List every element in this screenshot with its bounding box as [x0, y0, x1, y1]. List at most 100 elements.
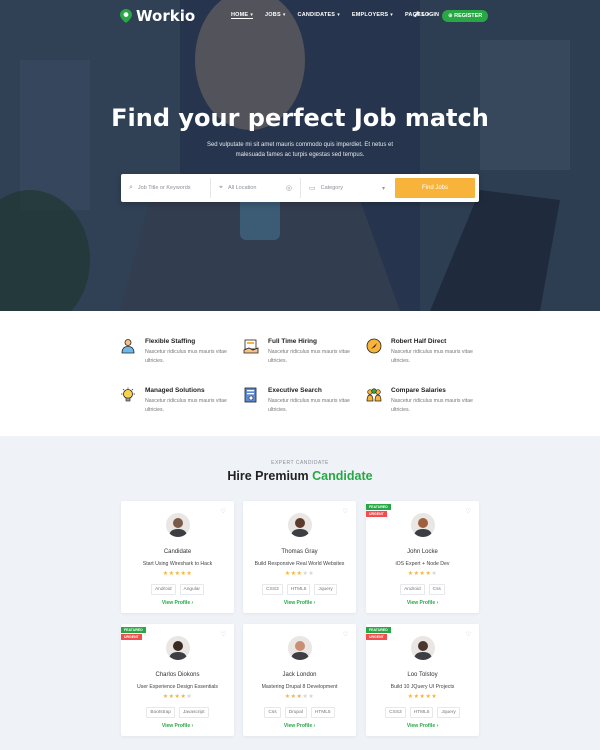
hero-section: Workio HOME ▾ JOBS ▾ CANDIDATES ▾ EMPLOYERS… — [0, 0, 600, 311]
avatar — [288, 636, 312, 660]
candidate-role: User Experience Design Essentials — [136, 684, 219, 690]
brand-name: Workio — [136, 7, 196, 25]
nav-item-candidates[interactable]: CANDIDATES ▾ — [298, 12, 340, 19]
featured-badge: FEATURED — [121, 627, 146, 633]
skill-tag[interactable]: Drupal — [284, 707, 307, 718]
rating-stars: ★★★★★ — [121, 693, 234, 700]
candidate-card[interactable]: ♡ Candidate Start Using Wireshark to Hack ★… — [121, 501, 234, 613]
skill-tag[interactable]: Css — [428, 584, 445, 595]
skill-tag[interactable]: Javascript — [178, 707, 209, 718]
heart-icon[interactable]: ♡ — [221, 508, 226, 515]
feature-title: Robert Half Direct — [391, 338, 447, 345]
hero-subtitle: Sed vulputate mi sit amet mauris commodo… — [206, 142, 394, 158]
candidate-role: iOS Expert + Node Dev — [395, 561, 450, 567]
view-profile-link[interactable]: View Profile › — [366, 600, 479, 606]
candidate-card[interactable]: FEATURED URGENT ♡ John Locke iOS Expert + No… — [366, 501, 479, 613]
view-profile-link[interactable]: View Profile › — [366, 723, 479, 729]
avatar — [166, 636, 190, 660]
view-profile-link[interactable]: View Profile › — [121, 600, 234, 606]
keyword-placeholder: Job Title or Keywords — [137, 185, 191, 191]
skill-tags: CSS3 HTML5 Jquery — [243, 584, 356, 595]
register-button[interactable]: ⊕ REGISTER — [442, 10, 489, 22]
avatar — [411, 513, 435, 537]
location-select[interactable]: ⌖ All Location ◎ — [211, 178, 301, 198]
document-search-icon — [244, 387, 257, 403]
rating-stars: ★★★★★ — [366, 570, 479, 577]
features-section: Flexible Staffing Nascetur ridiculus mus… — [0, 311, 600, 436]
chevron-down-icon: ▾ — [390, 12, 393, 18]
main-nav: HOME ▾ JOBS ▾ CANDIDATES ▾ EMPLOYERS ▾ PAGES… — [231, 12, 442, 19]
featured-badge: FEATURED — [366, 504, 391, 510]
section-title: Hire Premium Candidate — [0, 469, 600, 483]
chevron-down-icon: ▾ — [250, 12, 254, 18]
skill-tags: Css Drupal HTML5 — [243, 707, 356, 718]
candidate-name: Charlos Diokons — [155, 672, 200, 678]
skill-tag[interactable]: HTML5 — [286, 584, 311, 595]
locate-icon[interactable]: ◎ — [286, 184, 292, 192]
candidate-name: John Locke — [407, 549, 438, 555]
login-link[interactable]: 🗝 LOGIN — [413, 12, 439, 18]
candidate-role: Mastering Drupal 8 Development — [261, 684, 338, 690]
star-icon: ★ — [186, 694, 193, 700]
skill-tag[interactable]: HTML5 — [310, 707, 335, 718]
featured-badge: FEATURED — [366, 627, 391, 633]
candidates-section: EXPERT CANDIDATE Hire Premium Candidate … — [0, 436, 600, 750]
chevron-down-icon: ▾ — [282, 12, 286, 18]
view-profile-link[interactable]: View Profile › — [121, 723, 234, 729]
candidate-role: Build 10 JQuery UI Projects — [390, 684, 455, 690]
skill-tag[interactable]: Jquery — [314, 584, 337, 595]
candidate-card[interactable]: ♡ Thomas Gray Build Responsive Real World … — [243, 501, 356, 613]
chevron-down-icon: ▾ — [381, 185, 385, 192]
hero-title: Find your perfect Job match — [111, 104, 489, 132]
view-profile-link[interactable]: View Profile › — [243, 723, 356, 729]
nav-label: CANDIDATES — [297, 12, 336, 18]
candidate-role: Build Responsive Real World Websites — [254, 561, 345, 567]
skill-tag[interactable]: Css — [264, 707, 281, 718]
skill-tags: Android Angular — [121, 584, 234, 595]
skill-tags: Android Css — [366, 584, 479, 595]
find-jobs-button[interactable]: Find Jobs — [395, 178, 475, 198]
skill-tag[interactable]: CSS3 — [385, 707, 406, 718]
candidate-card[interactable]: ♡ Jack London Mastering Drupal 8 Developme… — [243, 624, 356, 736]
logo[interactable]: Workio — [120, 7, 195, 25]
candidate-card[interactable]: FEATURED URGENT ♡ Loo Tolstoy Build 10 JQuer… — [366, 624, 479, 736]
nav-item-home[interactable]: HOME ▾ — [231, 12, 254, 19]
location-placeholder: All Location — [227, 185, 257, 191]
keyword-input[interactable]: ⌕ Job Title or Keywords — [121, 178, 211, 198]
skill-tags: Bootstrap Javascript — [121, 707, 234, 718]
section-title-prefix: Hire Premium — [227, 469, 309, 483]
heart-icon[interactable]: ♡ — [343, 508, 348, 515]
rating-stars: ★★★★★ — [243, 693, 356, 700]
nav-item-jobs[interactable]: JOBS ▾ — [265, 12, 286, 19]
view-profile-link[interactable]: View Profile › — [243, 600, 356, 606]
skill-tag[interactable]: CSS3 — [262, 584, 283, 595]
star-icon: ★ — [308, 571, 315, 577]
compass-icon — [366, 338, 382, 354]
search-icon: ⌕ — [129, 184, 133, 191]
skill-tag[interactable]: Bootstrap — [146, 707, 175, 718]
skill-tag[interactable]: Jquery — [437, 707, 460, 718]
briefcase-icon: ▭ — [309, 185, 316, 192]
urgent-badge: URGENT — [121, 634, 142, 640]
skill-tag[interactable]: HTML5 — [409, 707, 434, 718]
nav-label: HOME — [231, 12, 249, 18]
skill-tag[interactable]: Android — [150, 584, 176, 595]
heart-icon[interactable]: ♡ — [466, 631, 471, 638]
heart-icon[interactable]: ♡ — [466, 508, 471, 515]
heart-icon[interactable]: ♡ — [343, 631, 348, 638]
login-label: LOGIN — [421, 12, 439, 18]
skill-tag[interactable]: Angular — [179, 584, 205, 595]
nav-item-employers[interactable]: EMPLOYERS ▾ — [352, 12, 393, 19]
category-select[interactable]: ▭ Category ▾ — [301, 178, 395, 198]
candidate-card[interactable]: FEATURED URGENT ♡ Charlos Diokons User Exper… — [121, 624, 234, 736]
feature-title: Compare Salaries — [391, 387, 446, 394]
heart-icon[interactable]: ♡ — [221, 631, 226, 638]
chevron-down-icon: ▾ — [337, 12, 340, 18]
feature-title: Flexible Staffing — [145, 338, 196, 345]
skill-tag[interactable]: Android — [400, 584, 425, 595]
feature-description: Nascetur ridiculus mus mauris vitae ultr… — [391, 398, 473, 413]
feature-description: Nascetur ridiculus mus mauris vitae ultr… — [145, 349, 227, 364]
avatar — [288, 513, 312, 537]
nav-label: JOBS — [265, 12, 281, 18]
star-icon: ★ — [431, 694, 438, 700]
